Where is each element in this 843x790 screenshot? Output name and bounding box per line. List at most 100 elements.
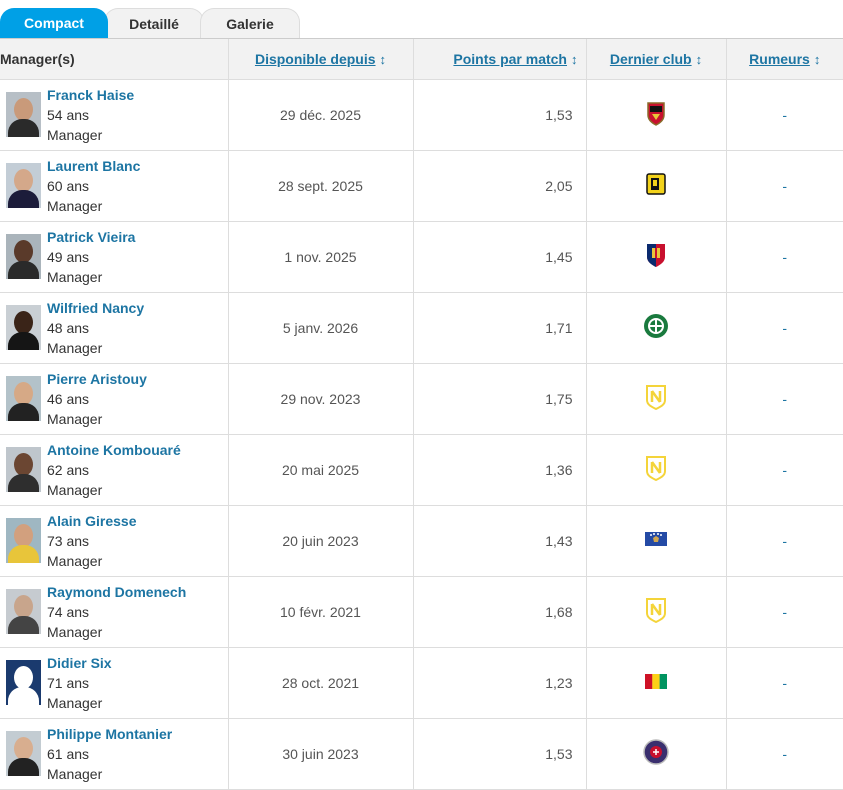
available-since: 29 déc. 2025: [227, 79, 413, 150]
al-ittihad-crest-icon[interactable]: [645, 172, 667, 199]
manager-age: 62 ans: [47, 461, 90, 478]
manager-cell: Franck Haise 54 ans Manager: [0, 79, 228, 150]
points-per-match: 1,36: [412, 434, 586, 505]
manager-role: Manager: [47, 268, 103, 285]
celtic-crest-icon[interactable]: [643, 313, 669, 342]
rumours-cell[interactable]: -: [725, 363, 843, 434]
manager-name-link[interactable]: Didier Six: [47, 653, 112, 673]
table-row: Laurent Blanc 60 ans Manager 28 sept. 2025 2…: [0, 150, 843, 221]
table-row: Raymond Domenech 74 ans Manager 10 févr. 20…: [0, 576, 843, 647]
manager-name-link[interactable]: Raymond Domenech: [47, 582, 186, 602]
points-per-match: 1,43: [412, 505, 586, 576]
view-tabs: Detaillé Galerie Compact: [0, 0, 843, 39]
points-per-match: 2,05: [412, 150, 586, 221]
table-row: Didier Six 71 ans Manager 28 oct. 2021 1,23 -: [0, 647, 843, 718]
table-row: Alain Giresse 73 ans Manager 20 juin 2023 1,…: [0, 505, 843, 576]
manager-name-link[interactable]: Alain Giresse: [47, 511, 137, 531]
header-available[interactable]: Disponible depuis ↕: [227, 39, 413, 80]
last-club-cell: [585, 576, 726, 647]
fc-nantes-crest-icon[interactable]: [645, 597, 667, 626]
fc-nantes-crest-icon[interactable]: [645, 455, 667, 484]
rumours-cell[interactable]: -: [725, 150, 843, 221]
tab-detaille[interactable]: Detaillé: [104, 8, 204, 38]
rumours-cell[interactable]: -: [725, 434, 843, 505]
manager-role: Manager: [47, 765, 103, 782]
available-since: 5 janv. 2026: [227, 292, 413, 363]
points-per-match: 1,45: [412, 221, 586, 292]
manager-photo[interactable]: [6, 163, 41, 208]
manager-photo[interactable]: [6, 234, 41, 279]
sort-icon: ↕: [571, 51, 578, 67]
available-since: 28 oct. 2021: [227, 647, 413, 718]
points-per-match: 1,23: [412, 647, 586, 718]
managers-table: Manager(s) Disponible depuis ↕ Points par…: [0, 39, 843, 790]
available-since: 29 nov. 2023: [227, 363, 413, 434]
rumours-cell[interactable]: -: [725, 221, 843, 292]
manager-role: Manager: [47, 481, 103, 498]
manager-age: 71 ans: [47, 674, 90, 691]
header-rumours[interactable]: Rumeurs ↕: [725, 39, 843, 80]
available-since: 10 févr. 2021: [227, 576, 413, 647]
manager-photo[interactable]: [6, 589, 41, 634]
manager-role: Manager: [47, 694, 103, 711]
rumours-cell[interactable]: -: [725, 718, 843, 789]
header-club[interactable]: Dernier club ↕: [585, 39, 726, 80]
manager-photo[interactable]: [6, 731, 41, 776]
rumours-cell[interactable]: -: [725, 576, 843, 647]
manager-age: 61 ans: [47, 745, 90, 762]
last-club-cell: [585, 647, 726, 718]
manager-name-link[interactable]: Philippe Montanier: [47, 724, 172, 744]
manager-role: Manager: [47, 552, 103, 569]
table-row: Franck Haise 54 ans Manager 29 déc. 2025 1,5…: [0, 79, 843, 150]
last-club-cell: [585, 718, 726, 789]
header-ppm[interactable]: Points par match ↕: [412, 39, 586, 80]
manager-name-link[interactable]: Pierre Aristouy: [47, 369, 147, 389]
kosovo-flag-icon[interactable]: [645, 532, 667, 549]
manager-cell: Alain Giresse 73 ans Manager: [0, 505, 228, 576]
header-manager: Manager(s): [0, 39, 228, 80]
rumours-cell[interactable]: -: [725, 79, 843, 150]
points-per-match: 1,53: [412, 79, 586, 150]
manager-age: 73 ans: [47, 532, 90, 549]
manager-name-link[interactable]: Patrick Vieira: [47, 227, 135, 247]
sort-icon: ↕: [379, 51, 387, 67]
manager-photo[interactable]: [6, 660, 41, 705]
genoa-crest-icon[interactable]: [645, 242, 667, 271]
ogc-nice-crest-icon[interactable]: [645, 100, 667, 129]
manager-role: Manager: [47, 339, 103, 356]
manager-photo[interactable]: [6, 447, 41, 492]
points-per-match: 1,68: [412, 576, 586, 647]
rumours-cell[interactable]: -: [725, 505, 843, 576]
available-since: 1 nov. 2025: [227, 221, 413, 292]
manager-role: Manager: [47, 126, 103, 143]
manager-age: 60 ans: [47, 177, 90, 194]
manager-photo[interactable]: [6, 305, 41, 350]
available-since: 20 mai 2025: [227, 434, 413, 505]
guinea-flag-icon[interactable]: [645, 673, 667, 692]
manager-name-link[interactable]: Wilfried Nancy: [47, 298, 144, 318]
tab-compact[interactable]: Compact: [0, 8, 108, 38]
table-row: Antoine Kombouaré 62 ans Manager 20 mai 202…: [0, 434, 843, 505]
tab-galerie[interactable]: Galerie: [200, 8, 300, 38]
manager-name-link[interactable]: Laurent Blanc: [47, 156, 140, 176]
manager-photo[interactable]: [6, 92, 41, 137]
table-row: Pierre Aristouy 46 ans Manager 29 nov. 2023…: [0, 363, 843, 434]
manager-name-link[interactable]: Antoine Kombouaré: [47, 440, 181, 460]
manager-age: 46 ans: [47, 390, 90, 407]
manager-age: 48 ans: [47, 319, 90, 336]
table-row: Wilfried Nancy 48 ans Manager 5 janv. 2026 1…: [0, 292, 843, 363]
toulouse-fc-crest-icon[interactable]: [643, 739, 669, 768]
rumours-cell[interactable]: -: [725, 292, 843, 363]
rumours-cell[interactable]: -: [725, 647, 843, 718]
manager-photo[interactable]: [6, 518, 41, 563]
available-since: 28 sept. 2025: [227, 150, 413, 221]
manager-cell: Antoine Kombouaré 62 ans Manager: [0, 434, 228, 505]
last-club-cell: [585, 221, 726, 292]
fc-nantes-crest-icon[interactable]: [645, 384, 667, 413]
last-club-cell: [585, 292, 726, 363]
manager-cell: Didier Six 71 ans Manager: [0, 647, 228, 718]
manager-cell: Raymond Domenech 74 ans Manager: [0, 576, 228, 647]
table-row: Patrick Vieira 49 ans Manager 1 nov. 2025 1,…: [0, 221, 843, 292]
manager-photo[interactable]: [6, 376, 41, 421]
manager-name-link[interactable]: Franck Haise: [47, 85, 134, 105]
